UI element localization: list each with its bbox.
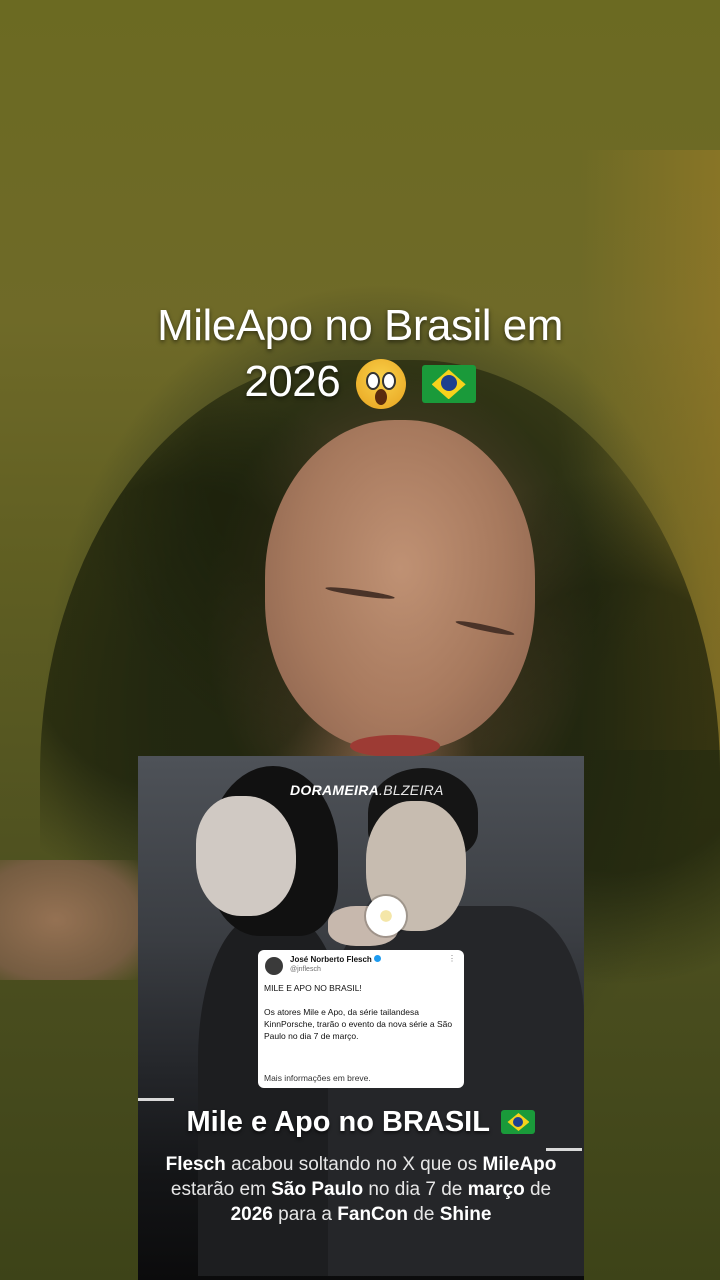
person-shoulder	[0, 860, 140, 980]
overlay-image-card: DORAMEIRA.BLZEIRA José Norberto Flesch @…	[138, 756, 584, 1280]
card-description: Flesch acabou soltando no X que os MileA…	[162, 1152, 560, 1227]
person-face	[265, 420, 535, 750]
tweet-handle: @jnflesch	[290, 966, 321, 973]
tweet-footer: Mais informações em breve.	[264, 1073, 371, 1083]
watermark-rest: .BLZEIRA	[379, 782, 444, 798]
person-lips	[350, 735, 440, 757]
tweet-author-name: José Norberto Flesch	[290, 955, 381, 964]
face-screaming-icon	[355, 359, 406, 410]
divider	[546, 1148, 582, 1151]
more-icon: ⋮	[448, 954, 456, 963]
desc-text: de	[524, 1179, 552, 1200]
desc-text: de	[408, 1204, 440, 1225]
desc-bold: FanCon	[337, 1204, 408, 1225]
desc-bold: março	[467, 1179, 525, 1200]
brazil-flag-icon	[421, 365, 476, 404]
watermark-bold: DORAMEIRA	[290, 782, 380, 798]
desc-text: no dia 7 de	[363, 1179, 468, 1200]
tweet-body: Os atores Mile e Apo, da série tailandes…	[264, 1007, 453, 1041]
desc-text: acabou soltando no X que os	[225, 1154, 483, 1175]
card-headline-text: Mile e Apo no BRASIL	[186, 1106, 490, 1138]
card-headline: Mile e Apo no BRASIL	[138, 1106, 584, 1139]
verified-badge-icon	[373, 955, 381, 962]
actor-left-face	[196, 796, 296, 916]
caption-line-2: 2026	[60, 354, 660, 410]
divider	[138, 1098, 174, 1101]
tweet-headline: MILE E APO NO BRASIL!	[264, 983, 362, 993]
desc-text: estarão em	[170, 1179, 272, 1200]
desc-bold: MileApo	[482, 1154, 557, 1175]
tweet-screenshot: José Norberto Flesch @jnflesch ⋮ MILE E …	[258, 950, 464, 1088]
avatar	[265, 957, 283, 975]
caption-year: 2026	[244, 357, 341, 406]
tweet-author-text: José Norberto Flesch	[290, 955, 372, 964]
video-caption: MileApo no Brasil em 2026	[60, 298, 660, 410]
desc-bold: São Paulo	[271, 1179, 364, 1200]
brazil-flag-icon	[501, 1110, 536, 1134]
caption-line-1: MileApo no Brasil em	[157, 301, 563, 350]
desc-bold: 2026	[230, 1204, 273, 1225]
orchid-flower-icon	[366, 896, 406, 936]
background-wall	[580, 150, 720, 750]
desc-text: para a	[272, 1204, 338, 1225]
card-watermark: DORAMEIRA.BLZEIRA	[290, 782, 444, 798]
desc-bold: Flesch	[165, 1154, 226, 1175]
desc-bold: Shine	[439, 1204, 492, 1225]
